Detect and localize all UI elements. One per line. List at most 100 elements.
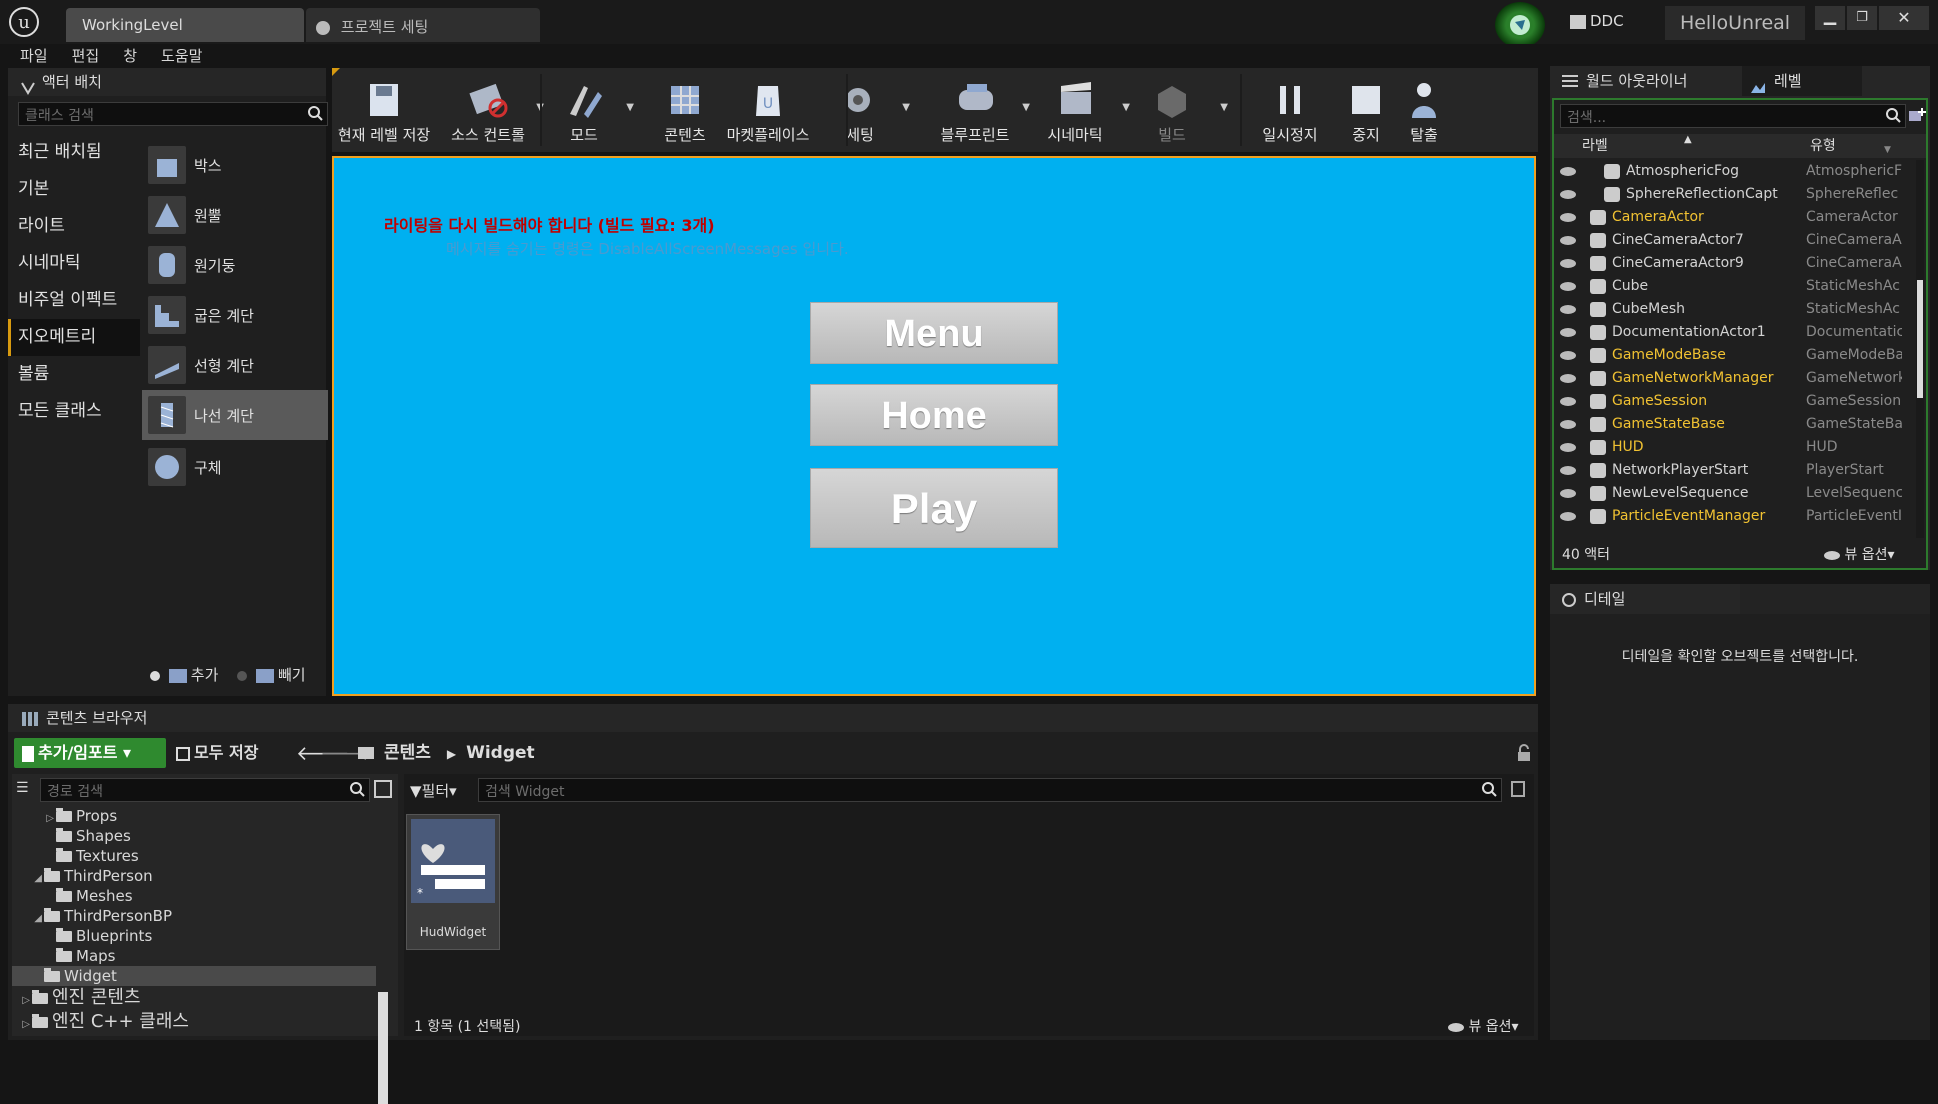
visibility-eye-icon[interactable] bbox=[1560, 443, 1576, 452]
geometry-item[interactable]: 굽은 계단 bbox=[142, 290, 328, 340]
asset-tile-hudwidget[interactable]: * HudWidget bbox=[406, 814, 500, 950]
sources-view-icon[interactable] bbox=[374, 780, 392, 798]
outliner-row[interactable]: GameModeBase GameModeBa bbox=[1554, 344, 1916, 367]
outliner-row[interactable]: CubeMesh StaticMeshAc bbox=[1554, 298, 1916, 321]
menu-file[interactable]: 파일 bbox=[20, 44, 48, 68]
folder-tree-item[interactable]: ▷ 엔진 C++ 클래스 bbox=[12, 1010, 376, 1034]
dropdown-arrow-icon[interactable]: ▼ bbox=[626, 102, 634, 113]
visibility-eye-icon[interactable] bbox=[1560, 489, 1576, 498]
add-import-button[interactable]: 추가/임포트 ▾ bbox=[14, 738, 166, 768]
toolbar-button[interactable]: 현재 레벨 저장 bbox=[334, 74, 434, 146]
outliner-row[interactable]: GameNetworkManager GameNetwork bbox=[1554, 367, 1916, 390]
visibility-eye-icon[interactable] bbox=[1560, 397, 1576, 406]
folder-tree-item[interactable]: Maps bbox=[12, 946, 376, 966]
visibility-eye-icon[interactable] bbox=[1560, 466, 1576, 475]
lock-icon[interactable] bbox=[1516, 744, 1532, 762]
outliner-row[interactable]: CineCameraActor9 CineCameraA bbox=[1554, 252, 1916, 275]
subtract-radio[interactable] bbox=[237, 670, 248, 681]
asset-search-input[interactable]: 검색 Widget bbox=[478, 778, 1502, 802]
source-control-status-icon[interactable] bbox=[1495, 2, 1545, 48]
toolbar-button[interactable]: 탈출 bbox=[1396, 74, 1452, 146]
create-folder-icon[interactable] bbox=[1908, 106, 1926, 124]
visibility-eye-icon[interactable] bbox=[1560, 259, 1576, 268]
filter-button[interactable]: ▼필터▾ bbox=[410, 780, 470, 802]
menu-button[interactable]: Menu bbox=[810, 302, 1058, 364]
type-column-header[interactable]: 유형 bbox=[1810, 134, 1836, 158]
outliner-search-input[interactable]: 검색... bbox=[1560, 104, 1906, 128]
outliner-row[interactable]: Cube StaticMeshAc bbox=[1554, 275, 1916, 298]
visibility-eye-icon[interactable] bbox=[1560, 512, 1576, 521]
scrollbar-thumb[interactable] bbox=[1917, 280, 1923, 398]
folder-tree-item[interactable]: ◢ ThirdPerson bbox=[12, 866, 376, 886]
add-radio[interactable] bbox=[150, 670, 160, 681]
menu-window[interactable]: 창 bbox=[123, 44, 137, 68]
folder-tree-item[interactable]: Textures bbox=[12, 846, 376, 866]
category-item[interactable]: 모든 클래스 bbox=[8, 393, 140, 430]
toolbar-button[interactable]: U 마켓플레이스 bbox=[716, 74, 820, 146]
outliner-row[interactable]: DocumentationActor1 Documentatic bbox=[1554, 321, 1916, 344]
outliner-row[interactable]: HUD HUD bbox=[1554, 436, 1916, 459]
toolbar-button[interactable]: 소스 컨트롤▼ bbox=[440, 74, 544, 146]
folder-tree-item[interactable]: ▷ Props bbox=[12, 806, 376, 826]
category-item[interactable]: 볼륨 bbox=[8, 356, 140, 393]
tab-project-settings[interactable]: 프로젝트 세팅 bbox=[306, 8, 540, 42]
folder-tree-item[interactable]: Widget bbox=[12, 966, 376, 986]
folder-tree-item[interactable]: ◢ ThirdPersonBP bbox=[12, 906, 376, 926]
toolbar-button[interactable]: 중지 bbox=[1338, 74, 1394, 146]
class-search-input[interactable]: 클래스 검색 bbox=[18, 102, 328, 126]
outliner-row[interactable]: GameSession GameSession bbox=[1554, 390, 1916, 413]
visibility-eye-icon[interactable] bbox=[1560, 282, 1576, 291]
close-button[interactable]: ✕ bbox=[1879, 6, 1929, 30]
tree-scrollbar[interactable] bbox=[378, 992, 388, 1104]
toolbar-button[interactable]: 콘텐츠 bbox=[652, 74, 718, 146]
unreal-logo-icon[interactable]: u bbox=[8, 6, 40, 38]
outliner-row[interactable]: SphereReflectionCapt SphereReflec bbox=[1554, 183, 1916, 206]
geometry-item[interactable]: 박스 bbox=[142, 140, 328, 190]
label-column-header[interactable]: 라벨 bbox=[1582, 134, 1608, 158]
outliner-row[interactable]: AtmosphericFog AtmosphericF bbox=[1554, 160, 1916, 183]
menu-edit[interactable]: 편집 bbox=[72, 44, 100, 68]
visibility-eye-icon[interactable] bbox=[1560, 305, 1576, 314]
category-item[interactable]: 비주얼 이펙트 bbox=[8, 282, 140, 319]
save-all-button[interactable]: 모두 저장 bbox=[176, 738, 296, 768]
folder-tree-item[interactable]: Meshes bbox=[12, 886, 376, 906]
world-outliner-tab[interactable]: 월드 아웃라이너 bbox=[1550, 66, 1740, 96]
category-item[interactable]: 시네마틱 bbox=[8, 245, 140, 282]
visibility-eye-icon[interactable] bbox=[1560, 374, 1576, 383]
toolbar-button[interactable]: 빌드 ▼ bbox=[1124, 74, 1228, 146]
outliner-row[interactable]: GameStateBase GameStateBa bbox=[1554, 413, 1916, 436]
category-item[interactable]: 라이트 bbox=[8, 208, 140, 245]
visibility-eye-icon[interactable] bbox=[1560, 167, 1576, 176]
folder-tree-item[interactable]: Shapes bbox=[12, 826, 376, 846]
visibility-eye-icon[interactable] bbox=[1560, 190, 1576, 199]
outliner-scrollbar[interactable] bbox=[1916, 160, 1924, 538]
breadcrumb-widget[interactable]: Widget bbox=[466, 743, 535, 763]
dropdown-arrow-icon[interactable]: ▼ bbox=[1220, 102, 1228, 113]
toolbar-button[interactable]: 블루프린트 ▼ bbox=[928, 74, 1030, 146]
collapse-sources-icon[interactable]: ☰ bbox=[16, 780, 36, 798]
home-button[interactable]: Home bbox=[810, 384, 1058, 446]
breadcrumb-content[interactable]: 콘텐츠 bbox=[384, 743, 431, 763]
outliner-row[interactable]: ParticleEventManager ParticleEventI bbox=[1554, 505, 1916, 528]
visibility-eye-icon[interactable] bbox=[1560, 420, 1576, 429]
visibility-eye-icon[interactable] bbox=[1560, 213, 1576, 222]
category-item[interactable]: 지오메트리 bbox=[8, 319, 140, 356]
levels-tab[interactable]: 레벨 bbox=[1742, 66, 1862, 96]
path-search-input[interactable]: 경로 검색 bbox=[40, 778, 370, 802]
ddc-indicator[interactable]: DDC bbox=[1570, 12, 1650, 36]
maximize-button[interactable]: ❐ bbox=[1847, 6, 1877, 30]
level-viewport[interactable]: 라이팅을 다시 빌드해야 합니다 (빌드 필요: 3개) 메시지를 숨기는 명령… bbox=[332, 156, 1536, 696]
visibility-eye-icon[interactable] bbox=[1560, 351, 1576, 360]
toolbar-button[interactable]: 세팅 ▼ bbox=[818, 74, 910, 146]
place-actors-tab[interactable]: 액터 배치 bbox=[8, 68, 198, 96]
geometry-item[interactable]: 원기둥 bbox=[142, 240, 328, 290]
play-button[interactable]: Play bbox=[810, 468, 1058, 548]
outliner-row[interactable]: CameraActor CameraActor bbox=[1554, 206, 1916, 229]
minimize-button[interactable]: ▁ bbox=[1815, 6, 1845, 30]
details-tab[interactable]: 디테일 bbox=[1550, 584, 1740, 614]
geometry-item[interactable]: 나선 계단 bbox=[142, 390, 328, 440]
asset-view-options-button[interactable]: 뷰 옵션▾ bbox=[1448, 1016, 1519, 1036]
geometry-item[interactable]: 구체 bbox=[142, 442, 328, 492]
visibility-eye-icon[interactable] bbox=[1560, 236, 1576, 245]
tab-working-level[interactable]: WorkingLevel bbox=[66, 8, 304, 42]
